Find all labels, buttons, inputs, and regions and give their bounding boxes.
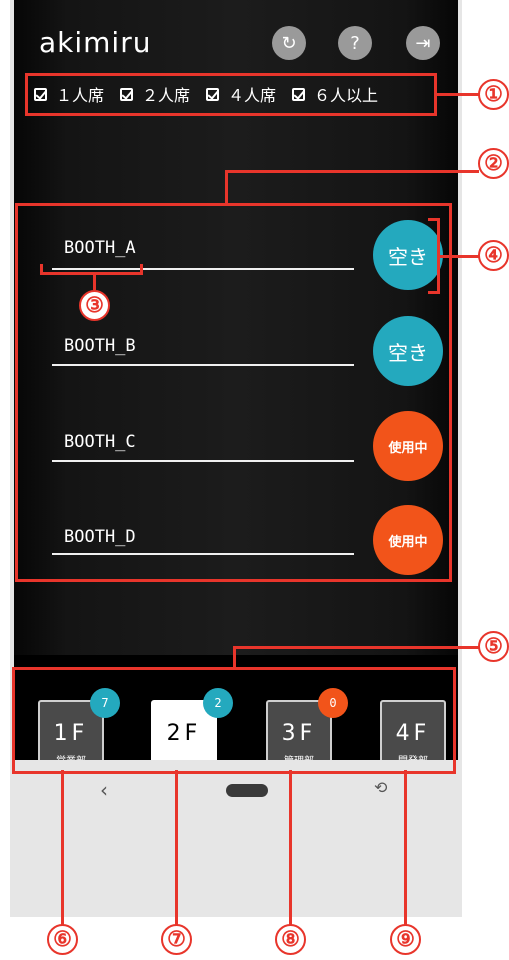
home-pill-icon[interactable] [226,784,268,797]
callout-7: ⑦ [161,924,192,955]
callout-6: ⑥ [47,924,78,955]
callout-3: ③ [79,290,110,321]
annotation-leader [233,646,479,649]
annotation-bracket [140,264,143,274]
callout-9: ⑨ [390,924,421,955]
callout-5: ⑤ [478,631,509,662]
annotation-leader [61,770,64,925]
annotation-bracket [40,272,143,275]
annotation-leader [225,170,228,204]
android-nav-bar: ‹ ⟲ [14,760,458,917]
callout-4: ④ [478,240,509,271]
annotation-leader [289,770,292,925]
annotation-leader [437,255,479,258]
annotation-leader [233,646,236,668]
annotation-leader [404,770,407,925]
refresh-icon[interactable]: ↻ [272,26,306,60]
annotation-box-booth-list [15,203,452,582]
logout-icon[interactable]: ⇥ [406,26,440,60]
annotation-leader [93,274,96,290]
annotation-leader [225,170,479,173]
back-icon[interactable]: ‹ [100,778,108,802]
app-logo: akimiru [39,26,152,59]
annotation-leader [437,93,479,96]
rotate-icon[interactable]: ⟲ [374,778,387,797]
callout-2: ② [478,148,509,179]
annotation-box-floors [12,667,456,774]
annotation-leader [175,770,178,925]
help-icon[interactable]: ? [338,26,372,60]
callout-1: ① [478,79,509,110]
annotation-box-filters [25,73,437,116]
callout-8: ⑧ [275,924,306,955]
annotation-bracket [428,291,440,294]
